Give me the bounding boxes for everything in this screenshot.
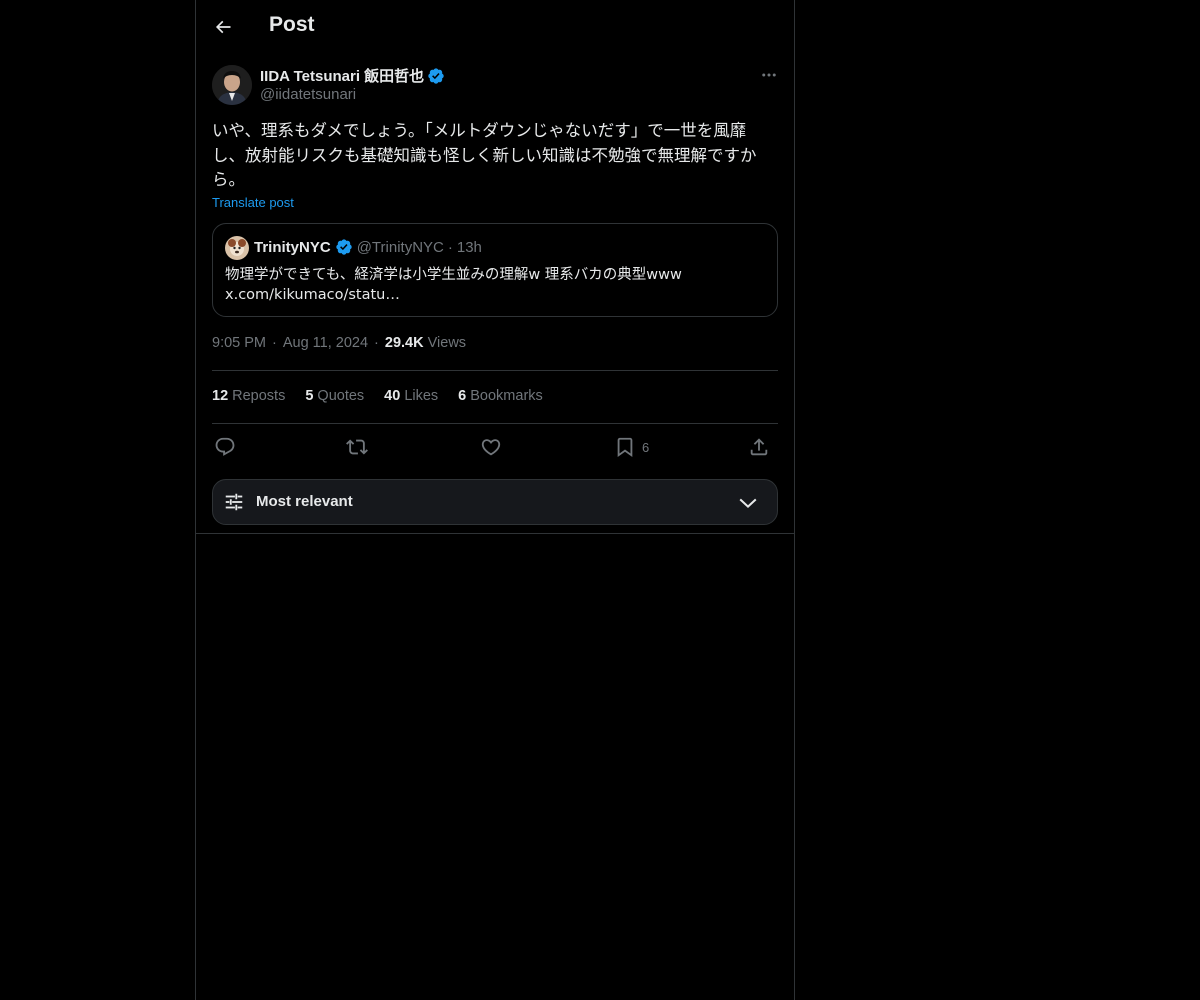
bookmark-icon — [617, 437, 633, 458]
quote-avatar — [225, 236, 249, 260]
heart-icon — [481, 439, 501, 456]
bookmark-button[interactable]: 6 — [614, 432, 649, 462]
divider — [212, 370, 778, 371]
post-header: Post — [196, 0, 794, 54]
quote-text-line: 物理学ができても、経済学は小学生並みの理解w 理系バカの典型www — [225, 267, 682, 283]
translate-post-link[interactable]: Translate post — [212, 195, 294, 210]
sort-label: Most relevant — [256, 493, 353, 510]
page-title: Post — [269, 13, 315, 36]
post-meta: 9:05 PM · Aug 11, 2024 · 29.4K Views — [212, 335, 466, 351]
back-button[interactable] — [206, 7, 240, 47]
share-icon — [750, 438, 768, 456]
reply-button[interactable] — [214, 432, 236, 462]
chevron-down-icon — [739, 498, 757, 509]
quote-author-handle: @TrinityNYC — [356, 238, 444, 256]
bookmarks-label: Bookmarks — [470, 388, 543, 404]
quotes-label: Quotes — [317, 388, 365, 404]
divider — [212, 423, 778, 424]
quoted-post[interactable]: TrinityNYC @TrinityNYC · 13h 物理学ができても、経済… — [212, 223, 778, 317]
quotes-count: 5 — [305, 388, 314, 404]
views: 29.4K Views — [385, 335, 466, 351]
quote-timestamp: 13h — [456, 238, 482, 256]
reposts-label: Reposts — [232, 388, 286, 404]
verified-badge-icon — [336, 239, 352, 255]
main-column: Post IIDA Tetsunari 飯田哲也 @iidatetsunari … — [195, 0, 795, 1000]
quote-avatar-image — [225, 236, 249, 260]
action-bar: 6 — [212, 432, 778, 462]
separator-dot: · — [272, 335, 277, 351]
quote-author-name: TrinityNYC — [254, 238, 331, 256]
post-text: いや、理系もダメでしょう。「メルトダウンじゃないだす」で一世を風靡し、放射能リス… — [212, 121, 757, 189]
verified-badge-icon — [428, 67, 444, 84]
reply-icon — [215, 437, 235, 456]
bookmarks-count: 6 — [458, 388, 467, 404]
likes-count: 40 — [384, 388, 401, 404]
post-date[interactable]: Aug 11, 2024 — [283, 335, 368, 351]
author-name[interactable]: IIDA Tetsunari 飯田哲也 — [260, 65, 445, 86]
quote-body: 物理学ができても、経済学は小学生並みの理解w 理系バカの典型www x.com/… — [225, 265, 755, 305]
divider — [196, 533, 794, 534]
arrow-left-icon — [215, 20, 231, 34]
separator-dot: · — [374, 335, 379, 351]
like-button[interactable] — [480, 432, 502, 462]
repost-button[interactable] — [346, 432, 368, 462]
author-avatar[interactable] — [212, 65, 252, 105]
more-horizontal-icon — [762, 73, 776, 77]
avatar-image — [212, 65, 252, 105]
reply-sort-dropdown[interactable]: Most relevant — [212, 479, 778, 525]
quote-header: TrinityNYC @TrinityNYC · 13h — [254, 238, 482, 256]
reposts-count: 12 — [212, 388, 229, 404]
views-count: 29.4K — [384, 335, 424, 351]
bookmark-count: 6 — [642, 439, 650, 455]
repost-icon — [346, 439, 368, 455]
separator-dot: · — [447, 238, 453, 256]
share-button[interactable] — [748, 432, 770, 462]
post-time[interactable]: 9:05 PM — [212, 335, 266, 351]
sliders-icon — [225, 493, 243, 511]
likes-label: Likes — [404, 388, 439, 404]
author-handle[interactable]: @iidatetsunari — [260, 86, 356, 103]
engagement-stats: 12 Reposts 5 Quotes 40 Likes 6 Bookmarks — [212, 388, 543, 404]
bookmarks-stat[interactable]: 6 Bookmarks — [458, 388, 543, 404]
more-button[interactable] — [754, 64, 784, 86]
likes-stat[interactable]: 40 Likes — [384, 388, 438, 404]
quote-link-line: x.com/kikumaco/statu… — [225, 287, 400, 303]
quotes-stat[interactable]: 5 Quotes — [305, 388, 364, 404]
author-name-text: IIDA Tetsunari 飯田哲也 — [260, 68, 425, 85]
reposts-stat[interactable]: 12 Reposts — [212, 388, 285, 404]
views-label: Views — [427, 335, 467, 351]
